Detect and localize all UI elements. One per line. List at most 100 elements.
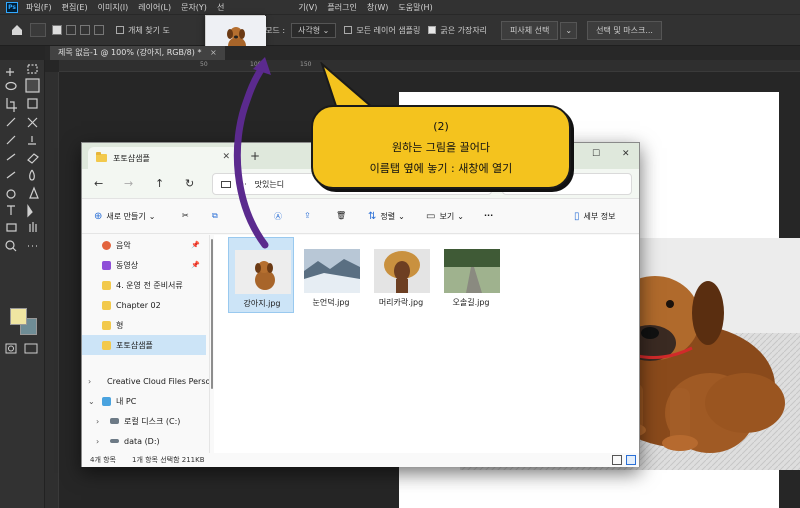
- vertical-ruler: [45, 72, 59, 508]
- up-arrow-icon[interactable]: ↑: [155, 177, 164, 190]
- drive-icon: [110, 418, 119, 424]
- sidebar-item-label: 내 PC: [116, 396, 137, 406]
- menu-type[interactable]: 문자(Y): [181, 2, 207, 13]
- callout-step: (2): [433, 119, 449, 133]
- scrollbar-thumb[interactable]: [211, 239, 213, 389]
- explorer-command-bar: ⊕ 새로 만들기 ⌄ ✂ ⧉ Ⓐ ⇪ 🗑 ⇅ 정렬 ⌄ ▭ 보기 ⌄ ··· ▯…: [82, 200, 639, 234]
- crop-tool-icon: [6, 98, 17, 112]
- menu-image[interactable]: 이미지(I): [98, 2, 129, 13]
- sample-all-layers-label: 모든 레이어 샘플링: [356, 25, 421, 35]
- sidebar-item-label: Creative Cloud Files Personal: [107, 376, 210, 386]
- close-window-icon[interactable]: ✕: [622, 149, 630, 159]
- delete-icon[interactable]: 🗑: [336, 211, 346, 220]
- sidebar-item-this-pc[interactable]: ⌄ 내 PC: [82, 391, 206, 411]
- menu-edit[interactable]: 편집(E): [62, 2, 88, 13]
- mode-dropdown[interactable]: 사각형 ⌄: [291, 22, 337, 38]
- plus-circle-icon: ⊕: [94, 211, 103, 222]
- new-button-label: 새로 만들기: [106, 212, 146, 221]
- menu-view[interactable]: 기(V): [298, 2, 317, 13]
- new-button[interactable]: ⊕ 새로 만들기 ⌄: [94, 211, 155, 222]
- puppy-thumbnail: [235, 250, 291, 294]
- explorer-tab[interactable]: 포토샵샘플 ✕: [88, 147, 238, 169]
- brush-tool-icon: [6, 135, 16, 145]
- intersect-selection-icon[interactable]: [94, 25, 104, 35]
- sidebar-item-drive-c[interactable]: › 로컬 디스크 (C:): [82, 411, 206, 431]
- sidebar-item-music[interactable]: 음악 📌: [82, 235, 206, 255]
- explorer-status-bar: 4개 항목 1개 항목 선택함 211KB: [82, 453, 639, 467]
- details-pane-button[interactable]: ▯ 세부 정보: [574, 211, 616, 222]
- new-selection-icon[interactable]: [52, 25, 62, 35]
- subtract-selection-icon[interactable]: [80, 25, 90, 35]
- details-label: 세부 정보: [583, 212, 616, 221]
- forward-arrow-icon[interactable]: →: [124, 177, 133, 190]
- sidebar-item-creative-cloud[interactable]: › Creative Cloud Files Personal: [82, 371, 209, 391]
- chevron-right-icon[interactable]: ›: [88, 377, 91, 386]
- large-icons-view-icon[interactable]: [626, 455, 636, 465]
- sidebar-item-folder[interactable]: 형: [82, 315, 206, 335]
- menu-file[interactable]: 파일(F): [26, 2, 52, 13]
- sidebar-item-label: 로컬 디스크 (C:): [124, 416, 181, 426]
- sidebar-item-label: Chapter 02: [116, 300, 161, 310]
- object-finder-checkbox[interactable]: [116, 26, 124, 34]
- view-icon: ▭: [426, 211, 436, 222]
- foreground-color-swatch[interactable]: [10, 308, 27, 325]
- hand-tool-icon: [29, 222, 37, 232]
- explorer-tab-title: 포토샵샘플: [113, 153, 150, 163]
- menu-plugins[interactable]: 플러그인: [327, 2, 356, 13]
- dodge-tool-icon: [6, 189, 16, 199]
- share-icon[interactable]: ⇪: [304, 211, 311, 220]
- sidebar-item-videos[interactable]: 동영상 📌: [82, 255, 206, 275]
- menu-window[interactable]: 창(W): [367, 2, 389, 13]
- menu-layer[interactable]: 레이어(L): [138, 2, 171, 13]
- ruler-mark: 150: [300, 61, 312, 68]
- hard-edge-checkbox[interactable]: [428, 26, 437, 34]
- move-tool-icon: [6, 68, 14, 76]
- sort-icon: ⇅: [368, 211, 377, 222]
- trail-thumbnail: [444, 249, 500, 293]
- history-brush-icon: [6, 153, 16, 161]
- sort-button[interactable]: ⇅ 정렬 ⌄: [368, 211, 405, 222]
- view-button[interactable]: ▭ 보기 ⌄: [426, 211, 464, 222]
- sample-all-layers-checkbox[interactable]: [344, 26, 353, 34]
- sidebar-item-folder[interactable]: Chapter 02: [82, 295, 206, 315]
- sidebar-item-label: 형: [116, 320, 124, 330]
- more-options-button[interactable]: ···: [484, 211, 493, 220]
- marquee-tool-icon: [27, 64, 38, 74]
- sidebar-item-photoshop-samples[interactable]: 포토샵샘플: [82, 335, 206, 355]
- refresh-icon[interactable]: ↻: [185, 177, 194, 190]
- ps-options-bar: 개체 찾기 도 ⚙ 모드 : 사각형 ⌄ 모든 레이어 샘플링 굵은 가장자리 …: [0, 14, 800, 46]
- file-explorer-window: 포토샵샘플 ✕ + — ☐ ✕ ← → ↑ ↻ ··· 맛있는디 검색 ⊕ 새로…: [81, 142, 640, 467]
- copy-icon[interactable]: ⧉: [212, 211, 218, 221]
- item-count: 4개 항목: [90, 456, 116, 464]
- chevron-right-icon[interactable]: ›: [96, 417, 99, 426]
- close-icon[interactable]: ×: [210, 48, 217, 57]
- select-subject-button[interactable]: 피사체 선택: [501, 20, 559, 40]
- frame-tool-icon: [27, 98, 38, 109]
- details-view-icon[interactable]: [612, 455, 622, 465]
- menu-help[interactable]: 도움말(H): [398, 2, 432, 13]
- sidebar-item-drive-d[interactable]: › data (D:): [82, 431, 206, 451]
- maximize-icon[interactable]: ☐: [592, 149, 600, 159]
- document-tab[interactable]: 제목 없음-1 @ 100% (강아지, RGB/8) * ×: [50, 46, 225, 60]
- quick-mask-icons[interactable]: [5, 342, 41, 356]
- object-selection-tool-preset-icon[interactable]: [30, 23, 46, 37]
- chevron-down-icon[interactable]: ⌄: [560, 21, 578, 39]
- select-and-mask-button[interactable]: 선택 및 마스크...: [587, 20, 662, 40]
- ruler-mark: 50: [200, 61, 208, 68]
- menu-select[interactable]: 선: [217, 2, 224, 13]
- back-arrow-icon[interactable]: ←: [94, 177, 103, 190]
- chevron-down-icon[interactable]: ⌄: [88, 397, 95, 406]
- file-item-hair[interactable]: 머리카락.jpg: [368, 237, 434, 313]
- cut-icon[interactable]: ✂: [182, 211, 189, 220]
- snow-hill-thumbnail: [304, 249, 360, 293]
- sidebar-item-label: 동영상: [116, 260, 139, 270]
- file-item-snow-hill[interactable]: 눈언덕.jpg: [298, 237, 364, 313]
- file-list: 강아지.jpg 눈언덕.jpg 머리카락.jpg 오솔길.jpg: [214, 235, 639, 453]
- file-name: 오솔길.jpg: [452, 298, 490, 307]
- add-selection-icon[interactable]: [66, 25, 76, 35]
- home-icon[interactable]: [10, 23, 24, 37]
- sidebar-item-folder[interactable]: 4. 운영 전 준비서류: [82, 275, 206, 295]
- file-item-trail[interactable]: 오솔길.jpg: [438, 237, 504, 313]
- callout-text: (2) 원하는 그림을 끌어다 이름탭 옆에 놓기 : 새창에 열기: [313, 107, 569, 187]
- chevron-right-icon[interactable]: ›: [96, 437, 99, 446]
